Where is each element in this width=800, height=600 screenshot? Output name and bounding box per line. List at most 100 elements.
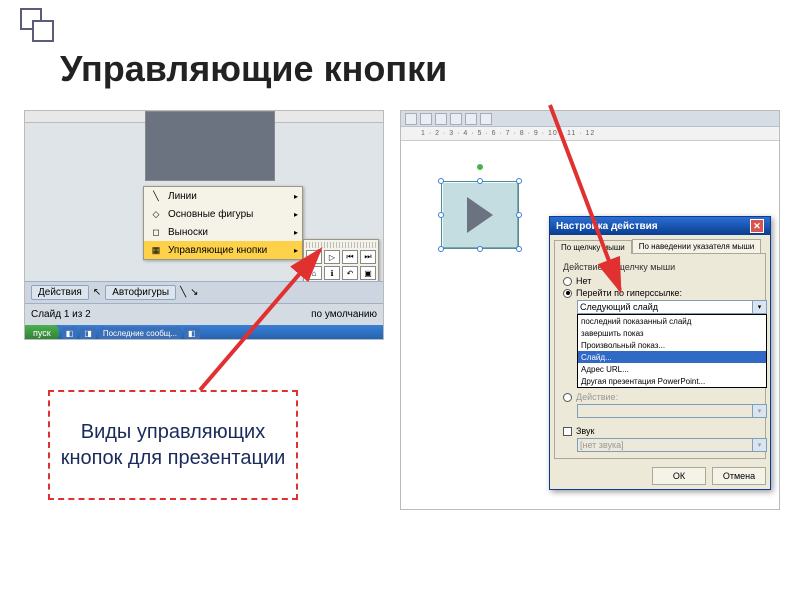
radio-label: Нет (576, 276, 591, 286)
action-btn-return[interactable]: ↶ (342, 266, 358, 280)
action-combo: ▾ (577, 404, 767, 418)
dropdown-arrow-icon: ▾ (752, 439, 766, 451)
dropdown-option[interactable]: Слайд... (578, 351, 766, 363)
horizontal-ruler: 1 · 2 · 3 · 4 · 5 · 6 · 7 · 8 · 9 · 10 ·… (401, 127, 779, 141)
left-screenshot-panel: ╲ Линии ▸ ◇ Основные фигуры ▸ ◻ Выноски … (24, 110, 384, 340)
resize-handle[interactable] (438, 178, 444, 184)
submenu-arrow-icon: ▸ (294, 246, 298, 255)
ok-button[interactable]: ОК (652, 467, 706, 485)
menu-label: Выноски (168, 227, 208, 238)
radio-hyperlink-row[interactable]: Перейти по гиперссылке: (563, 288, 757, 298)
callout-icon: ◻ (148, 225, 164, 239)
combo-value: Следующий слайд (580, 302, 658, 312)
hyperlink-combo[interactable]: Следующий слайд ▾ (577, 300, 767, 314)
action-btn-begin[interactable]: ⏮ (342, 250, 358, 264)
pointer-icon[interactable]: ↖ (93, 287, 101, 298)
dropdown-option[interactable]: Другая презентация PowerPoint... (578, 375, 766, 387)
toolbar-icon[interactable] (480, 113, 492, 125)
formatting-toolbar (401, 111, 779, 127)
taskbar-item[interactable]: Последние сообщ... (99, 327, 181, 339)
rotation-handle[interactable] (477, 164, 483, 170)
radio-action-row: Действие: (563, 392, 757, 402)
action-btn-home[interactable]: ⌂ (306, 266, 322, 280)
shapes-icon: ◇ (148, 207, 164, 221)
combo-value: [нет звука] (580, 440, 624, 450)
checkbox-icon[interactable] (563, 427, 572, 436)
radio-none-row[interactable]: Нет (563, 276, 757, 286)
hyperlink-dropdown-list: последний показанный слайд завершить пок… (577, 314, 767, 388)
slide-indicator: Слайд 1 из 2 (31, 309, 91, 320)
toolbar-icon[interactable] (435, 113, 447, 125)
line-tool-icon[interactable]: ╲ (180, 287, 186, 298)
action-button-shape[interactable] (441, 181, 519, 249)
resize-handle[interactable] (438, 246, 444, 252)
dropdown-option[interactable]: завершить показ (578, 327, 766, 339)
toolbar-icon[interactable] (465, 113, 477, 125)
windows-taskbar: пуск ◧ ◨ Последние сообщ... ◧ (25, 325, 383, 340)
menu-item-lines[interactable]: ╲ Линии ▸ (144, 187, 302, 205)
menu-item-callouts[interactable]: ◻ Выноски ▸ (144, 223, 302, 241)
dropdown-option[interactable]: Произвольный показ... (578, 339, 766, 351)
dialog-body: Действие по щелчку мыши Нет Перейти по г… (554, 253, 766, 459)
play-icon (467, 197, 493, 233)
resize-handle[interactable] (438, 212, 444, 218)
dialog-buttons: ОК Отмена (550, 463, 770, 489)
radio-icon (563, 393, 572, 402)
action-btn-forward[interactable]: ▷ (324, 250, 340, 264)
sound-combo: [нет звука] ▾ (577, 438, 767, 452)
dialog-title-text: Настройка действия (556, 221, 658, 232)
radio-icon[interactable] (563, 289, 572, 298)
tab-mouse-click[interactable]: По щелчку мыши (554, 240, 632, 254)
menu-item-action-buttons[interactable]: ▦ Управляющие кнопки ▸ (144, 241, 302, 259)
dropdown-option[interactable]: последний показанный слайд (578, 315, 766, 327)
dialog-tabs: По щелчку мыши По наведении указателя мы… (550, 235, 770, 253)
taskbar-item[interactable]: ◧ (184, 327, 200, 339)
taskbar-item[interactable]: ◧ (62, 327, 78, 339)
slide-area (145, 111, 275, 181)
menu-label: Управляющие кнопки (168, 245, 267, 256)
menu-label: Основные фигуры (168, 209, 253, 220)
toolbar-icon[interactable] (405, 113, 417, 125)
check-sound-row[interactable]: Звук (563, 426, 757, 436)
resize-handle[interactable] (477, 178, 483, 184)
action-buttons-icon: ▦ (148, 243, 164, 257)
actions-button[interactable]: Действия (31, 285, 89, 300)
menu-label: Линии (168, 191, 197, 202)
dialog-titlebar[interactable]: Настройка действия ✕ (550, 217, 770, 235)
action-settings-dialog: Настройка действия ✕ По щелчку мыши По н… (549, 216, 771, 490)
resize-handle[interactable] (516, 178, 522, 184)
dropdown-option[interactable]: Адрес URL... (578, 363, 766, 375)
cancel-button[interactable]: Отмена (712, 467, 766, 485)
action-btn-back[interactable]: ◁ (306, 250, 322, 264)
arrow-tool-icon[interactable]: ↘ (190, 287, 198, 298)
resize-handle[interactable] (516, 212, 522, 218)
page-title: Управляющие кнопки (60, 48, 447, 90)
action-btn-end[interactable]: ⏭ (360, 250, 376, 264)
dropdown-arrow-icon[interactable]: ▾ (752, 301, 766, 313)
lines-icon: ╲ (148, 189, 164, 203)
submenu-arrow-icon: ▸ (294, 192, 298, 201)
radio-icon[interactable] (563, 277, 572, 286)
toolbar-icon[interactable] (420, 113, 432, 125)
taskbar-item[interactable]: ◨ (80, 327, 96, 339)
grip-bar[interactable] (306, 242, 376, 248)
submenu-arrow-icon: ▸ (294, 228, 298, 237)
right-screenshot-panel: 1 · 2 · 3 · 4 · 5 · 6 · 7 · 8 · 9 · 10 ·… (400, 110, 780, 510)
dropdown-arrow-icon: ▾ (752, 405, 766, 417)
autoshapes-button[interactable]: Автофигуры (105, 285, 176, 300)
group-label: Действие по щелчку мыши (563, 262, 757, 272)
status-bar: Слайд 1 из 2 по умолчанию (25, 303, 383, 325)
toolbar-icon[interactable] (450, 113, 462, 125)
start-button[interactable]: пуск (25, 325, 59, 340)
autoshapes-menu: ╲ Линии ▸ ◇ Основные фигуры ▸ ◻ Выноски … (143, 186, 303, 260)
action-btn-info[interactable]: ℹ (324, 266, 340, 280)
resize-handle[interactable] (516, 246, 522, 252)
menu-item-basic-shapes[interactable]: ◇ Основные фигуры ▸ (144, 205, 302, 223)
drawing-toolbar: Действия ↖ Автофигуры ╲ ↘ (25, 281, 383, 303)
resize-handle[interactable] (477, 246, 483, 252)
action-btn-movie[interactable]: ▣ (360, 266, 376, 280)
radio-label: Перейти по гиперссылке: (576, 288, 682, 298)
template-name: по умолчанию (311, 309, 377, 320)
close-icon[interactable]: ✕ (750, 219, 764, 233)
tab-mouse-over[interactable]: По наведении указателя мыши (632, 239, 762, 253)
